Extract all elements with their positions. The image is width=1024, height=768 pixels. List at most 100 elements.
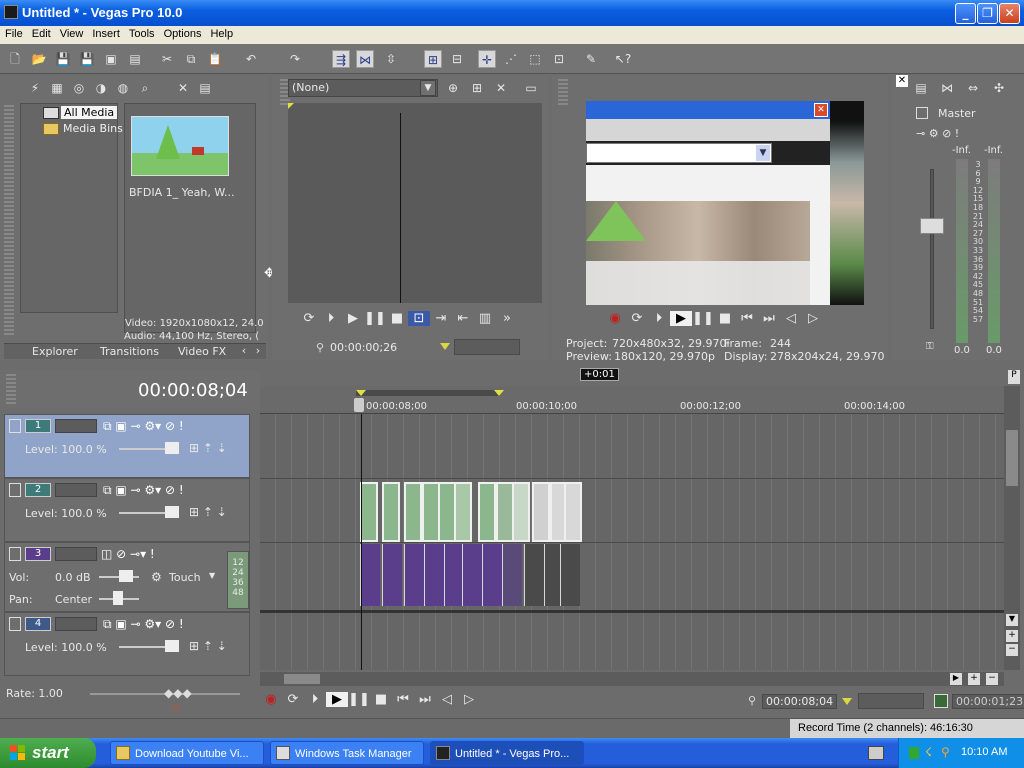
- loop-region-bar[interactable]: [356, 390, 500, 396]
- main-play-icon[interactable]: ▶: [326, 692, 348, 707]
- dropdown-arrow-icon[interactable]: ▼: [420, 80, 436, 96]
- undo-icon[interactable]: ↶: [242, 50, 260, 68]
- track-2-icons[interactable]: ⧉ ▣ ⊸ ⚙▾ ⊘ !: [103, 483, 184, 498]
- minimize-button[interactable]: _: [955, 3, 976, 24]
- main-pause-icon[interactable]: ❚❚: [348, 692, 370, 707]
- copy-icon[interactable]: ⧉: [182, 50, 200, 68]
- preview-play-start-icon[interactable]: ⏵: [648, 311, 670, 326]
- menu-options[interactable]: Options: [159, 26, 206, 40]
- trim-play-icon[interactable]: ▶: [342, 311, 364, 326]
- track-header-3[interactable]: 3 ◫ ⊘ ⊸▾ ! Vol: 0.0 dB ⚙ Touch ▼ Pan: Ce…: [4, 542, 250, 612]
- track-2-level-handle[interactable]: [165, 506, 179, 518]
- mixer-insert-bus-icon[interactable]: ✣: [990, 79, 1008, 97]
- main-next-frame-icon[interactable]: ▷: [458, 692, 480, 707]
- capture-icon[interactable]: ▦: [48, 79, 66, 97]
- tab-explorer[interactable]: Explorer: [32, 345, 78, 358]
- hscroll-right-icon[interactable]: ▶: [950, 673, 962, 685]
- render-icon[interactable]: ▣: [102, 50, 120, 68]
- track-header-2[interactable]: 2 ⧉ ▣ ⊸ ⚙▾ ⊘ ! Level: 100.0 % ⊞ ⇡ ⇣: [4, 478, 250, 542]
- panel-grip[interactable]: [4, 105, 14, 335]
- prev-frame-icon[interactable]: ◁: [780, 311, 802, 326]
- track-1-level-handle[interactable]: [165, 442, 179, 454]
- preview-loop-icon[interactable]: ⟳: [626, 311, 648, 326]
- preview-play-icon[interactable]: ▶: [670, 311, 692, 326]
- close-button[interactable]: ✕: [999, 3, 1020, 24]
- preview-stop-icon[interactable]: ■: [714, 311, 736, 326]
- main-record-icon[interactable]: ◉: [260, 692, 282, 707]
- track-1-comp-icons[interactable]: ⊞ ⇡ ⇣: [189, 441, 227, 455]
- track-2-name-field[interactable]: [55, 483, 97, 497]
- zoom-in-horizontal-icon[interactable]: +: [968, 673, 980, 685]
- go-end-icon[interactable]: ⏭: [758, 311, 780, 326]
- menu-tools[interactable]: Tools: [124, 26, 159, 40]
- menu-edit[interactable]: Edit: [27, 26, 55, 40]
- save-icon[interactable]: 💾: [54, 50, 72, 68]
- preview-display[interactable]: ✕ ▼: [586, 101, 864, 305]
- clear-trimmer-icon[interactable]: ✕: [492, 79, 510, 97]
- loop-icon[interactable]: ⟳: [298, 311, 320, 326]
- cd-icon[interactable]: ◑: [92, 79, 110, 97]
- import-media-icon[interactable]: ⚡: [26, 79, 44, 97]
- maximize-button[interactable]: ❐: [977, 3, 998, 24]
- vegas-app-icon[interactable]: [4, 5, 18, 19]
- vscroll-thumb[interactable]: [1006, 430, 1018, 486]
- trimmer-display[interactable]: [288, 103, 542, 303]
- track-4-icons[interactable]: ⧉ ▣ ⊸ ⚙▾ ⊘ !: [103, 617, 184, 632]
- track-1-icons[interactable]: ⧉ ▣ ⊸ ⚙▾ ⊘ !: [103, 419, 184, 434]
- timeline-grip[interactable]: [6, 374, 16, 404]
- track-3-icons[interactable]: ◫ ⊘ ⊸▾ !: [101, 547, 155, 561]
- mixer-icon-2[interactable]: ⋈: [938, 79, 956, 97]
- track-3-pan-handle[interactable]: [113, 591, 123, 605]
- track-3-vol-handle[interactable]: [119, 570, 133, 582]
- zoom-out-horizontal-icon[interactable]: −: [986, 673, 998, 685]
- mixer-icon-1[interactable]: ▤: [912, 79, 930, 97]
- open-icon[interactable]: 📂: [30, 50, 48, 68]
- loop-start-marker[interactable]: [356, 390, 366, 396]
- pause-icon[interactable]: ❚❚: [364, 311, 386, 326]
- web-icon[interactable]: ◍: [114, 79, 132, 97]
- properties-icon[interactable]: ▤: [126, 50, 144, 68]
- tray-app-icon[interactable]: [909, 747, 919, 759]
- tab-scroll-left-icon[interactable]: ‹: [238, 344, 250, 358]
- more-icon[interactable]: »: [496, 311, 518, 326]
- record-icon[interactable]: ◉: [604, 311, 626, 326]
- snap-icon[interactable]: ⇳: [382, 50, 400, 68]
- zoom-out-vertical-icon[interactable]: −: [1006, 644, 1018, 656]
- track-3-collapse-icon[interactable]: [9, 547, 21, 561]
- mixer-close-icon[interactable]: ✕: [896, 75, 908, 87]
- main-play-start-icon[interactable]: ⏵: [304, 692, 326, 707]
- video-clips-track-2[interactable]: [360, 482, 582, 542]
- save-as-icon[interactable]: 💾: [78, 50, 96, 68]
- track-1-collapse-icon[interactable]: [9, 419, 21, 433]
- timeline-hscroll[interactable]: ▶ + −: [260, 672, 1004, 686]
- preview-grip[interactable]: [558, 79, 568, 105]
- play-from-start-icon[interactable]: ⏵: [320, 311, 342, 326]
- search-media-icon[interactable]: ⌕: [136, 79, 154, 97]
- main-prev-frame-icon[interactable]: ◁: [436, 692, 458, 707]
- tree-item-all-media[interactable]: All Media: [61, 106, 118, 119]
- media-thumbnail[interactable]: [131, 116, 229, 176]
- automation-dropdown-icon[interactable]: ▼: [209, 571, 215, 580]
- menu-file[interactable]: File: [0, 26, 27, 40]
- rate-slider-handle[interactable]: ◆◆◆: [164, 686, 192, 700]
- tray-search-icon[interactable]: ⚲: [941, 745, 950, 759]
- timeline-ruler[interactable]: 00:00:08;00 00:00:10;00 00:00:12;00 00:0…: [260, 386, 1004, 414]
- track-4-collapse-icon[interactable]: [9, 617, 21, 631]
- trimmer-mode-icon[interactable]: ⊡: [408, 311, 430, 326]
- hscroll-thumb[interactable]: [284, 674, 320, 684]
- timeline-vscroll[interactable]: ▼ + −: [1004, 386, 1020, 670]
- task-vegas-pro[interactable]: Untitled * - Vegas Pro...: [430, 741, 584, 765]
- track-4-level-handle[interactable]: [165, 640, 179, 652]
- menu-view[interactable]: View: [55, 26, 88, 40]
- envelope-tool-icon[interactable]: ⋰: [502, 50, 520, 68]
- tray-network-icon[interactable]: ☇: [925, 745, 932, 759]
- track-2-comp-icons[interactable]: ⊞ ⇡ ⇣: [189, 505, 227, 519]
- trimmer-display-icon[interactable]: ▭: [522, 79, 540, 97]
- track-3-automation-mode[interactable]: Touch: [169, 571, 201, 584]
- playhead-handle[interactable]: [354, 398, 364, 412]
- selection-tool-icon[interactable]: ⬚: [526, 50, 544, 68]
- mixer-lock-icon[interactable]: ⚿: [926, 341, 934, 352]
- media-properties-icon[interactable]: ▤: [196, 79, 214, 97]
- main-stop-icon[interactable]: ■: [370, 692, 392, 707]
- next-frame-icon[interactable]: ▷: [802, 311, 824, 326]
